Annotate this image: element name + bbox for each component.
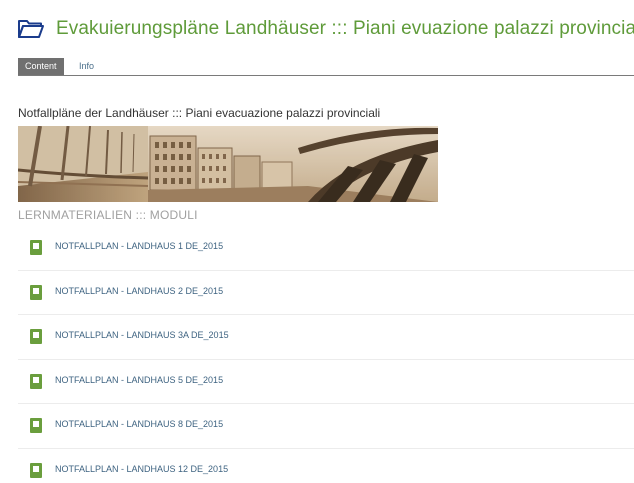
page-header: Evakuierungspläne Landhäuser ::: Piani e… [18, 14, 634, 44]
list-item-link[interactable]: NOTFALLPLAN - LANDHAUS 3A DE_2015 [55, 330, 229, 340]
book-icon [30, 329, 42, 344]
tab-info[interactable]: Info [72, 58, 101, 75]
book-icon [30, 418, 42, 433]
banner-image [18, 126, 438, 202]
list-item[interactable]: NOTFALLPLAN - LANDHAUS 1 DE_2015 [18, 226, 634, 271]
page-subtitle: Notfallpläne der Landhäuser ::: Piani ev… [18, 106, 381, 120]
page-title: Evakuierungspläne Landhäuser ::: Piani e… [56, 18, 634, 39]
book-icon [30, 284, 42, 300]
list-item[interactable]: NOTFALLPLAN - LANDHAUS 12 DE_2015 [18, 448, 634, 483]
folder-icon [18, 20, 44, 38]
book-icon [30, 373, 42, 389]
list-item-link[interactable]: NOTFALLPLAN - LANDHAUS 8 DE_2015 [55, 419, 223, 429]
page: Evakuierungspläne Landhäuser ::: Piani e… [0, 0, 634, 483]
section-heading: LERNMATERIALIEN ::: MODULI [18, 208, 198, 222]
list-item[interactable]: NOTFALLPLAN - LANDHAUS 3A DE_2015 [18, 315, 634, 360]
list-item[interactable]: NOTFALLPLAN - LANDHAUS 8 DE_2015 [18, 404, 634, 449]
module-list: NOTFALLPLAN - LANDHAUS 1 DE_2015 NOTFALL… [18, 226, 634, 483]
list-item[interactable]: NOTFALLPLAN - LANDHAUS 2 DE_2015 [18, 270, 634, 315]
book-icon [30, 462, 42, 478]
tab-content[interactable]: Content [18, 58, 64, 75]
banner-illustration [18, 126, 438, 202]
list-item-link[interactable]: NOTFALLPLAN - LANDHAUS 1 DE_2015 [55, 241, 223, 251]
list-item-link[interactable]: NOTFALLPLAN - LANDHAUS 12 DE_2015 [55, 464, 228, 474]
list-item[interactable]: NOTFALLPLAN - LANDHAUS 5 DE_2015 [18, 359, 634, 404]
book-icon [30, 240, 42, 255]
list-item-link[interactable]: NOTFALLPLAN - LANDHAUS 5 DE_2015 [55, 375, 223, 385]
tab-bar: Content Info [18, 58, 634, 76]
list-item-link[interactable]: NOTFALLPLAN - LANDHAUS 2 DE_2015 [55, 286, 223, 296]
